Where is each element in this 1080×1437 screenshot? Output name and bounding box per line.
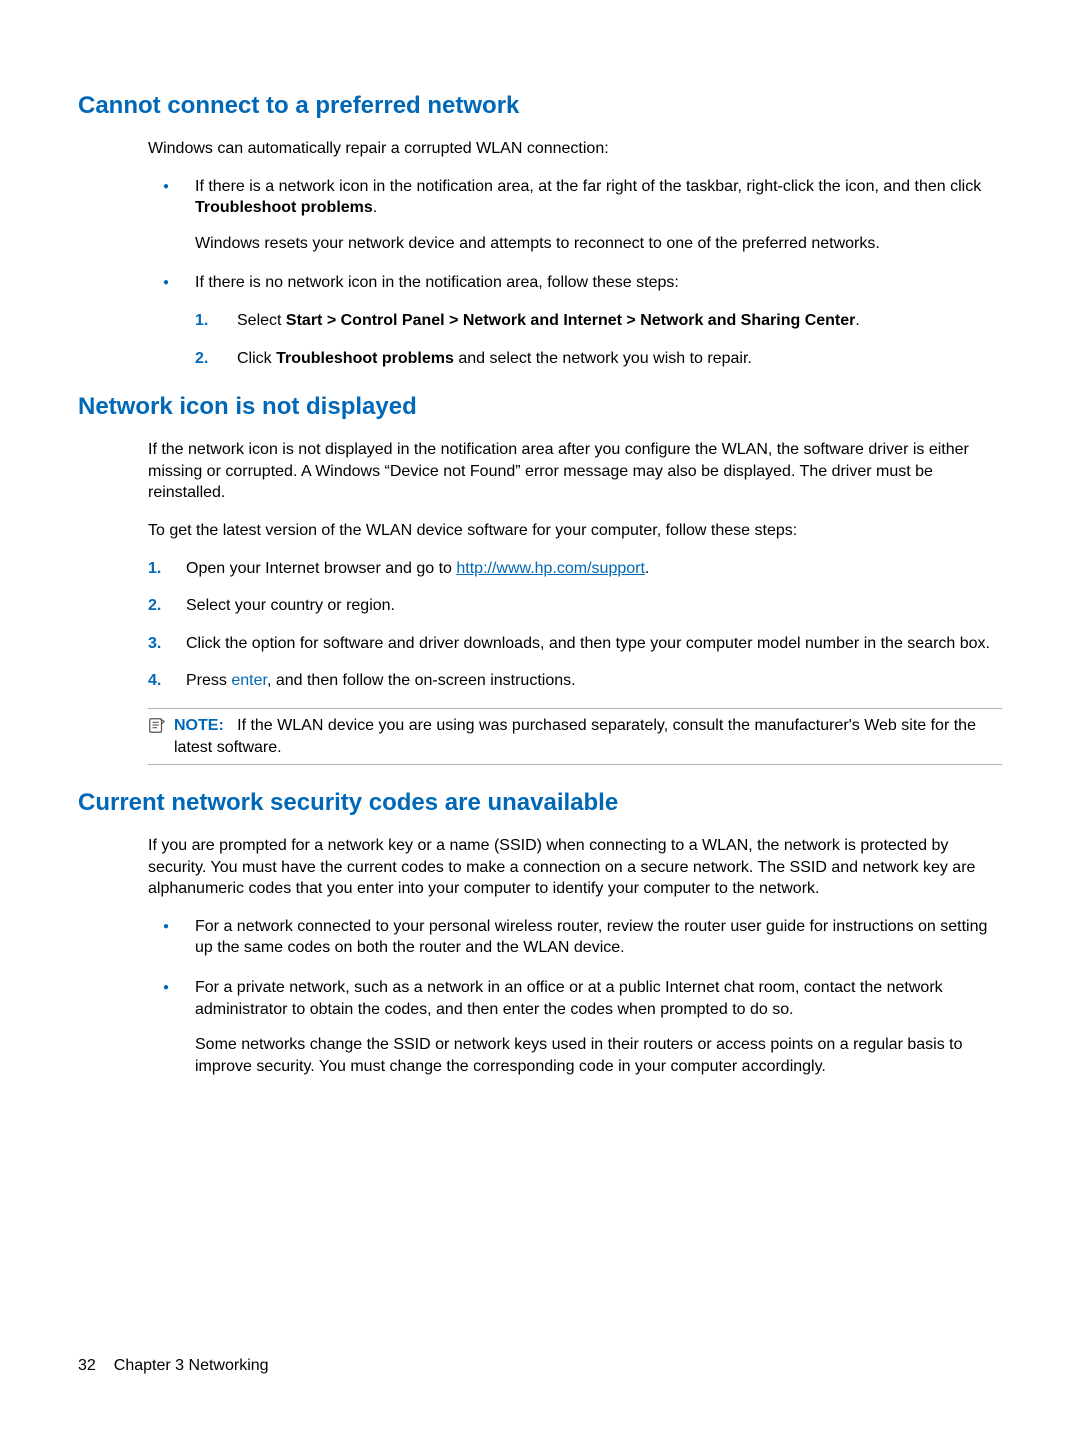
bullet-text: If there is no network icon in the notif… bbox=[195, 274, 679, 291]
step-text-part: . bbox=[645, 560, 649, 577]
section-cannot-connect: Cannot connect to a preferred network Wi… bbox=[78, 92, 1002, 369]
step-text-part: Press bbox=[186, 672, 231, 689]
list-item: 1. Select Start > Control Panel > Networ… bbox=[195, 310, 1002, 332]
note-icon bbox=[148, 716, 168, 739]
heading-network-icon: Network icon is not displayed bbox=[78, 393, 1002, 421]
section-security-codes: Current network security codes are unava… bbox=[78, 789, 1002, 1077]
note-label: NOTE: bbox=[174, 717, 224, 734]
step-text-part: Open your Internet browser and go to bbox=[186, 560, 456, 577]
section-network-icon: Network icon is not displayed If the net… bbox=[78, 393, 1002, 765]
step-number: 4. bbox=[148, 670, 161, 692]
step-text-part: and select the network you wish to repai… bbox=[454, 350, 752, 367]
bullet-text: For a private network, such as a network… bbox=[195, 979, 943, 1018]
intro-text: Windows can automatically repair a corru… bbox=[148, 138, 1002, 160]
bullet-sub-text: Some networks change the SSID or network… bbox=[195, 1034, 1002, 1077]
bold-text: Troubleshoot problems bbox=[276, 350, 454, 367]
numbered-list: 1. Open your Internet browser and go to … bbox=[148, 558, 1002, 692]
paragraph: To get the latest version of the WLAN de… bbox=[148, 520, 1002, 542]
list-item: 4. Press enter, and then follow the on-s… bbox=[148, 670, 1002, 692]
heading-security-codes: Current network security codes are unava… bbox=[78, 789, 1002, 817]
list-item: If there is no network icon in the notif… bbox=[163, 272, 1002, 369]
list-item: 3. Click the option for software and dri… bbox=[148, 633, 1002, 655]
step-text-part: Select bbox=[237, 312, 286, 329]
bold-text: Start > Control Panel > Network and Inte… bbox=[286, 312, 855, 329]
step-text-part: Click bbox=[237, 350, 276, 367]
step-number: 1. bbox=[148, 558, 161, 580]
step-text-part: . bbox=[855, 312, 859, 329]
bullet-text-part: . bbox=[373, 199, 377, 216]
chapter-label: Chapter 3 Networking bbox=[114, 1357, 269, 1374]
page-number: 32 bbox=[78, 1357, 96, 1374]
note-text: NOTE: If the WLAN device you are using w… bbox=[174, 715, 1002, 758]
list-item: For a network connected to your personal… bbox=[163, 916, 1002, 959]
note-block: NOTE: If the WLAN device you are using w… bbox=[148, 708, 1002, 765]
step-text: Select your country or region. bbox=[186, 597, 395, 614]
paragraph: If the network icon is not displayed in … bbox=[148, 439, 1002, 504]
bullet-text: For a network connected to your personal… bbox=[195, 918, 987, 957]
keyword-text: enter bbox=[231, 672, 267, 689]
list-item: 2. Click Troubleshoot problems and selec… bbox=[195, 348, 1002, 370]
bullet-list: If there is a network icon in the notifi… bbox=[163, 176, 1002, 370]
step-number: 2. bbox=[148, 595, 161, 617]
bullet-list: For a network connected to your personal… bbox=[163, 916, 1002, 1078]
step-text: Click the option for software and driver… bbox=[186, 635, 990, 652]
heading-cannot-connect: Cannot connect to a preferred network bbox=[78, 92, 1002, 120]
list-item: For a private network, such as a network… bbox=[163, 977, 1002, 1077]
bullet-text-part: If there is a network icon in the notifi… bbox=[195, 178, 981, 195]
page-footer: 32 Chapter 3 Networking bbox=[78, 1357, 269, 1375]
list-item: 1. Open your Internet browser and go to … bbox=[148, 558, 1002, 580]
support-link[interactable]: http://www.hp.com/support bbox=[456, 560, 645, 577]
list-item: If there is a network icon in the notifi… bbox=[163, 176, 1002, 255]
step-number: 3. bbox=[148, 633, 161, 655]
paragraph: If you are prompted for a network key or… bbox=[148, 835, 1002, 900]
step-number: 1. bbox=[195, 310, 208, 332]
bold-text: Troubleshoot problems bbox=[195, 199, 373, 216]
step-number: 2. bbox=[195, 348, 208, 370]
bullet-sub-text: Windows resets your network device and a… bbox=[195, 233, 1002, 255]
step-text-part: , and then follow the on-screen instruct… bbox=[267, 672, 576, 689]
note-body: If the WLAN device you are using was pur… bbox=[174, 717, 976, 756]
numbered-list: 1. Select Start > Control Panel > Networ… bbox=[195, 310, 1002, 369]
list-item: 2. Select your country or region. bbox=[148, 595, 1002, 617]
